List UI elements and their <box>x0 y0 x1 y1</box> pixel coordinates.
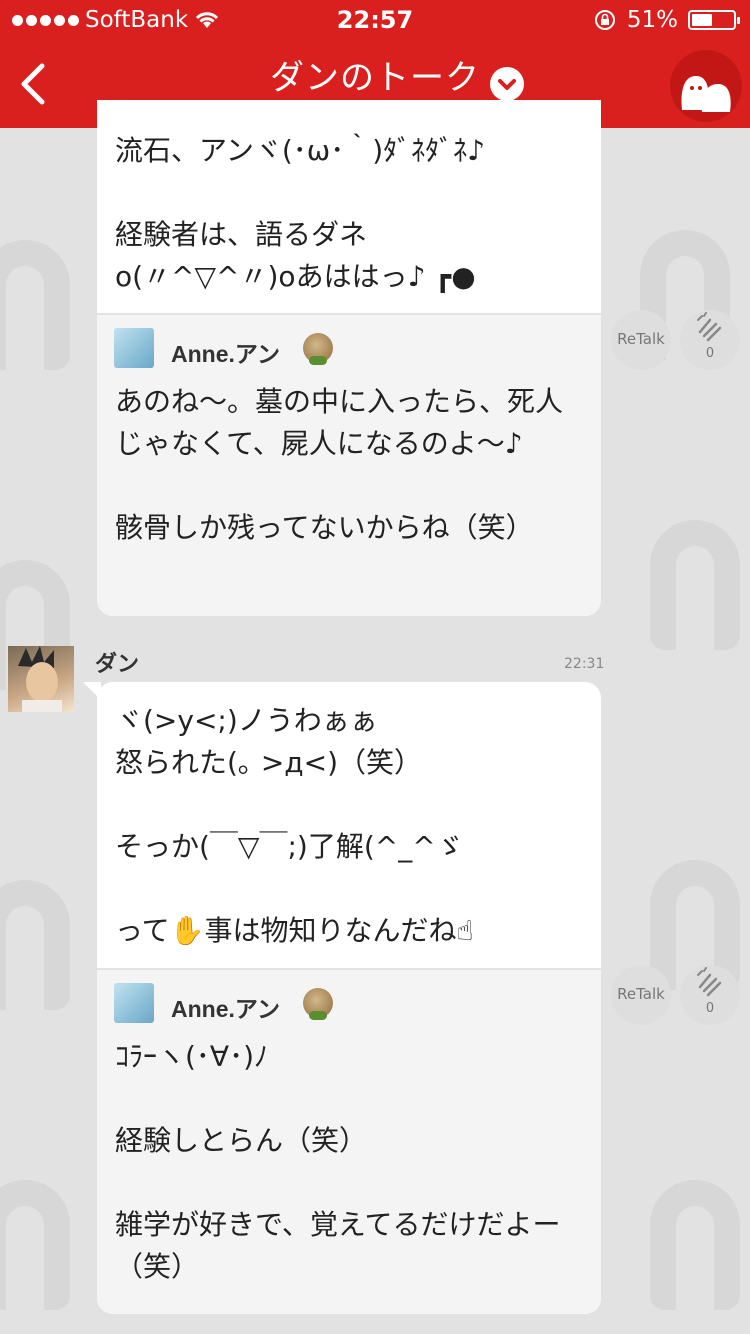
retalk-label: ReTalk <box>617 985 665 1003</box>
clap-count: 0 <box>705 346 715 361</box>
background-watermark <box>0 880 70 1010</box>
background-watermark <box>650 1180 740 1310</box>
clap-button[interactable]: 0 <box>680 965 740 1025</box>
message-bubble: ヾ(>y<;)ノうわぁぁ 怒られた(｡ >д<)（笑） そっか(￣▽￣;)了解(… <box>97 682 601 1314</box>
quote-text: あのね〜。墓の中に入ったら、死人じゃなくて、屍人になるのよ〜♪ 骸骨しか残ってな… <box>115 385 564 544</box>
talk-members-button[interactable] <box>670 50 742 122</box>
battery-fill <box>692 14 713 26</box>
message-text: 流石、アンヾ(･ω･｀)ﾀﾞﾈﾀﾞﾈ♪ 経験者は、語るダネ o(〃^▽^〃)oあ… <box>115 134 486 293</box>
quote-header: Anne.アン <box>97 970 601 1036</box>
quote-author-avatar <box>114 328 154 368</box>
clap-hands-icon <box>697 312 722 342</box>
title-dropdown-button[interactable] <box>490 67 524 101</box>
message-text: ヾ(>y<;)ノうわぁぁ 怒られた(｡ >д<)（笑） そっか(￣▽￣;)了解(… <box>115 704 474 947</box>
sender-name: ダン <box>95 652 140 677</box>
quote-text: ｺﾗｰヽ(･∀･)ﾉ 経験しとらん（笑） 雑学が好きで、覚えてるだけだよー（笑） <box>115 1040 561 1283</box>
quote-author-name: Anne.アン <box>171 996 280 1022</box>
ghost-icon <box>681 76 731 112</box>
quoted-message: Anne.アン ｺﾗｰヽ(･∀･)ﾉ 経験しとらん（笑） 雑学が好きで、覚えてる… <box>97 968 601 1314</box>
quote-header: Anne.アン <box>97 315 601 381</box>
status-right: 51% <box>593 7 740 33</box>
quoted-message: Anne.アン あのね〜。墓の中に入ったら、死人じゃなくて、屍人になるのよ〜♪ … <box>97 313 601 616</box>
app-screen: SoftBank 22:57 51% ダンのトーク 57,000ウォッ <box>0 0 750 1334</box>
status-bar: SoftBank 22:57 51% <box>0 0 750 40</box>
message-timestamp: 22:31 <box>564 656 605 672</box>
author-badge-icon <box>303 333 333 365</box>
quote-author-name: Anne.アン <box>171 341 280 367</box>
clap-button[interactable]: 0 <box>680 310 740 370</box>
rotation-lock-icon <box>594 10 615 30</box>
background-watermark <box>0 1180 70 1310</box>
clap-count: 0 <box>705 1001 715 1016</box>
chevron-down-icon <box>498 79 516 90</box>
clap-hands-icon <box>697 967 722 997</box>
page-title: ダンのトーク <box>270 58 480 98</box>
retalk-button[interactable]: ReTalk <box>611 310 671 370</box>
battery-percent: 51% <box>626 7 678 33</box>
sender-avatar[interactable] <box>8 646 74 712</box>
quote-author-avatar <box>114 983 154 1023</box>
author-badge-icon <box>303 988 333 1020</box>
background-watermark <box>0 240 70 370</box>
avatar-illustration <box>18 646 62 712</box>
background-watermark <box>650 520 740 650</box>
message-bubble: 流石、アンヾ(･ω･｀)ﾀﾞﾈﾀﾞﾈ♪ 経験者は、語るダネ o(〃^▽^〃)oあ… <box>97 100 601 616</box>
retalk-button[interactable]: ReTalk <box>611 965 671 1025</box>
retalk-label: ReTalk <box>617 330 665 348</box>
battery-icon <box>688 10 740 30</box>
